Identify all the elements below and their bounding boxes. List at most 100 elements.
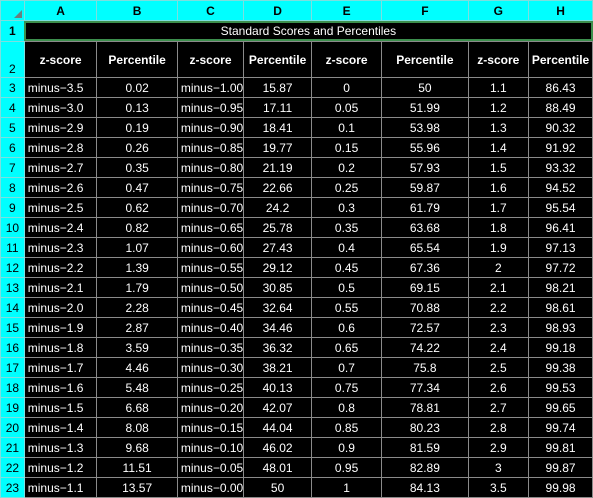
percentile-cell[interactable]: 40.13	[243, 377, 312, 398]
column-header-b[interactable]: B	[96, 0, 178, 21]
zscore-cell[interactable]: minus−0.60	[176, 237, 245, 258]
percentile-cell[interactable]: 53.98	[381, 117, 469, 138]
percentile-cell[interactable]: 1.39	[96, 257, 178, 278]
header-cell-percentile-4[interactable]: Percentile	[528, 41, 593, 78]
percentile-cell[interactable]: 0.13	[96, 97, 178, 118]
row-header[interactable]: 3	[0, 77, 25, 98]
percentile-cell[interactable]: 24.2	[243, 197, 312, 218]
zscore-cell[interactable]: minus−2.7	[23, 157, 98, 178]
percentile-cell[interactable]: 90.32	[528, 117, 593, 138]
percentile-cell[interactable]: 46.02	[243, 437, 312, 458]
row-header[interactable]: 4	[0, 97, 25, 118]
zscore-cell[interactable]: minus−1.3	[23, 437, 98, 458]
column-header-f[interactable]: F	[381, 0, 469, 21]
percentile-cell[interactable]: 78.81	[381, 397, 469, 418]
header-cell-percentile-2[interactable]: Percentile	[243, 41, 312, 78]
percentile-cell[interactable]: 0.19	[96, 117, 178, 138]
percentile-cell[interactable]: 69.15	[381, 277, 469, 298]
row-header[interactable]: 15	[0, 317, 25, 338]
percentile-cell[interactable]: 42.07	[243, 397, 312, 418]
zscore-cell[interactable]: 0.65	[310, 337, 383, 358]
percentile-cell[interactable]: 84.13	[381, 477, 469, 498]
zscore-cell[interactable]: minus−0.20	[176, 397, 245, 418]
row-header[interactable]: 13	[0, 277, 25, 298]
zscore-cell[interactable]: 2.5	[467, 357, 530, 378]
zscore-cell[interactable]: minus−2.3	[23, 237, 98, 258]
zscore-cell[interactable]: 0	[310, 77, 383, 98]
zscore-cell[interactable]: minus−0.30	[176, 357, 245, 378]
percentile-cell[interactable]: 50	[243, 477, 312, 498]
zscore-cell[interactable]: 1.9	[467, 237, 530, 258]
zscore-cell[interactable]: minus−2.2	[23, 257, 98, 278]
row-header[interactable]: 9	[0, 197, 25, 218]
zscore-cell[interactable]: minus−0.75	[176, 177, 245, 198]
percentile-cell[interactable]: 98.93	[528, 317, 593, 338]
percentile-cell[interactable]: 63.68	[381, 217, 469, 238]
percentile-cell[interactable]: 9.68	[96, 437, 178, 458]
percentile-cell[interactable]: 50	[381, 77, 469, 98]
zscore-cell[interactable]: minus−1.1	[23, 477, 98, 498]
zscore-cell[interactable]: 0.7	[310, 357, 383, 378]
zscore-cell[interactable]: minus−1.9	[23, 317, 98, 338]
percentile-cell[interactable]: 91.92	[528, 137, 593, 158]
zscore-cell[interactable]: 1.7	[467, 197, 530, 218]
percentile-cell[interactable]: 32.64	[243, 297, 312, 318]
select-all-corner[interactable]	[0, 0, 25, 21]
percentile-cell[interactable]: 34.46	[243, 317, 312, 338]
zscore-cell[interactable]: minus−2.5	[23, 197, 98, 218]
zscore-cell[interactable]: 2.6	[467, 377, 530, 398]
column-header-h[interactable]: H	[528, 0, 593, 21]
percentile-cell[interactable]: 98.61	[528, 297, 593, 318]
zscore-cell[interactable]: minus−0.45	[176, 297, 245, 318]
zscore-cell[interactable]: minus−0.80	[176, 157, 245, 178]
column-header-a[interactable]: A	[23, 0, 98, 21]
percentile-cell[interactable]: 97.13	[528, 237, 593, 258]
percentile-cell[interactable]: 27.43	[243, 237, 312, 258]
zscore-cell[interactable]: 3	[467, 457, 530, 478]
zscore-cell[interactable]: 0.45	[310, 257, 383, 278]
zscore-cell[interactable]: minus−0.50	[176, 277, 245, 298]
percentile-cell[interactable]: 99.74	[528, 417, 593, 438]
percentile-cell[interactable]: 72.57	[381, 317, 469, 338]
percentile-cell[interactable]: 99.81	[528, 437, 593, 458]
header-cell-zscore-3[interactable]: z-score	[310, 41, 383, 78]
row-header[interactable]: 10	[0, 217, 25, 238]
percentile-cell[interactable]: 11.51	[96, 457, 178, 478]
percentile-cell[interactable]: 80.23	[381, 417, 469, 438]
percentile-cell[interactable]: 25.78	[243, 217, 312, 238]
column-header-e[interactable]: E	[310, 0, 383, 21]
percentile-cell[interactable]: 96.41	[528, 217, 593, 238]
zscore-cell[interactable]: minus−1.6	[23, 377, 98, 398]
zscore-cell[interactable]: minus−1.00	[176, 77, 245, 98]
percentile-cell[interactable]: 94.52	[528, 177, 593, 198]
percentile-cell[interactable]: 75.8	[381, 357, 469, 378]
row-header[interactable]: 14	[0, 297, 25, 318]
percentile-cell[interactable]: 0.82	[96, 217, 178, 238]
zscore-cell[interactable]: minus−0.00	[176, 477, 245, 498]
zscore-cell[interactable]: 0.35	[310, 217, 383, 238]
percentile-cell[interactable]: 65.54	[381, 237, 469, 258]
zscore-cell[interactable]: 0.1	[310, 117, 383, 138]
percentile-cell[interactable]: 0.35	[96, 157, 178, 178]
zscore-cell[interactable]: minus−2.6	[23, 177, 98, 198]
zscore-cell[interactable]: 1.8	[467, 217, 530, 238]
zscore-cell[interactable]: 1.2	[467, 97, 530, 118]
column-header-d[interactable]: D	[243, 0, 312, 21]
zscore-cell[interactable]: 0.5	[310, 277, 383, 298]
percentile-cell[interactable]: 2.28	[96, 297, 178, 318]
zscore-cell[interactable]: minus−0.70	[176, 197, 245, 218]
zscore-cell[interactable]: minus−2.8	[23, 137, 98, 158]
percentile-cell[interactable]: 0.02	[96, 77, 178, 98]
zscore-cell[interactable]: 2.4	[467, 337, 530, 358]
percentile-cell[interactable]: 19.77	[243, 137, 312, 158]
zscore-cell[interactable]: 1.3	[467, 117, 530, 138]
zscore-cell[interactable]: minus−1.4	[23, 417, 98, 438]
row-header[interactable]: 18	[0, 377, 25, 398]
percentile-cell[interactable]: 98.21	[528, 277, 593, 298]
percentile-cell[interactable]: 99.65	[528, 397, 593, 418]
zscore-cell[interactable]: minus−2.4	[23, 217, 98, 238]
zscore-cell[interactable]: 0.4	[310, 237, 383, 258]
zscore-cell[interactable]: 1.6	[467, 177, 530, 198]
zscore-cell[interactable]: 2.7	[467, 397, 530, 418]
percentile-cell[interactable]: 97.72	[528, 257, 593, 278]
